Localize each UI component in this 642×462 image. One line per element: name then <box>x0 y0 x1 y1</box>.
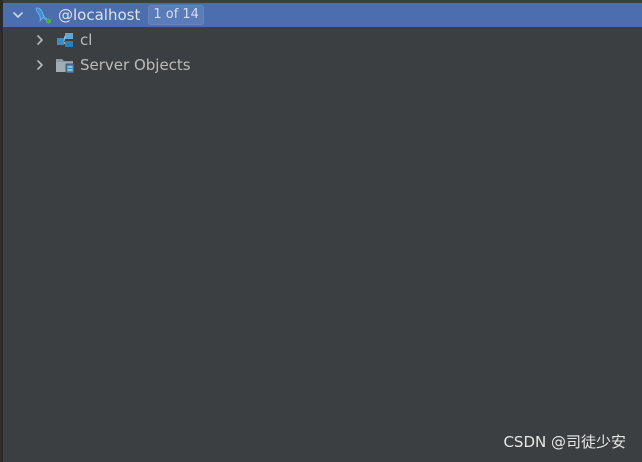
connected-status-dot <box>45 18 52 24</box>
folder-server-objects-icon <box>54 54 76 76</box>
chevron-right-icon[interactable] <box>32 57 48 73</box>
tree-node-server-objects[interactable]: Server Objects <box>3 53 642 77</box>
chevron-down-icon[interactable] <box>10 7 26 23</box>
schema-icon <box>54 29 76 51</box>
database-explorer-panel: @localhost 1 of 14 cl Server Objects CSD… <box>0 0 642 462</box>
watermark: CSDN @司徒少安 <box>503 433 626 451</box>
search-match-badge: 1 of 14 <box>148 5 204 25</box>
tree-node-label: @localhost <box>58 6 141 24</box>
tree-node-schema-cl[interactable]: cl <box>3 28 642 52</box>
tree-node-label: Server Objects <box>80 56 191 74</box>
mysql-dolphin-icon <box>32 4 54 26</box>
tree-node-label: cl <box>80 31 93 49</box>
chevron-right-icon[interactable] <box>32 32 48 48</box>
tree-node-localhost[interactable]: @localhost 1 of 14 <box>3 3 642 27</box>
